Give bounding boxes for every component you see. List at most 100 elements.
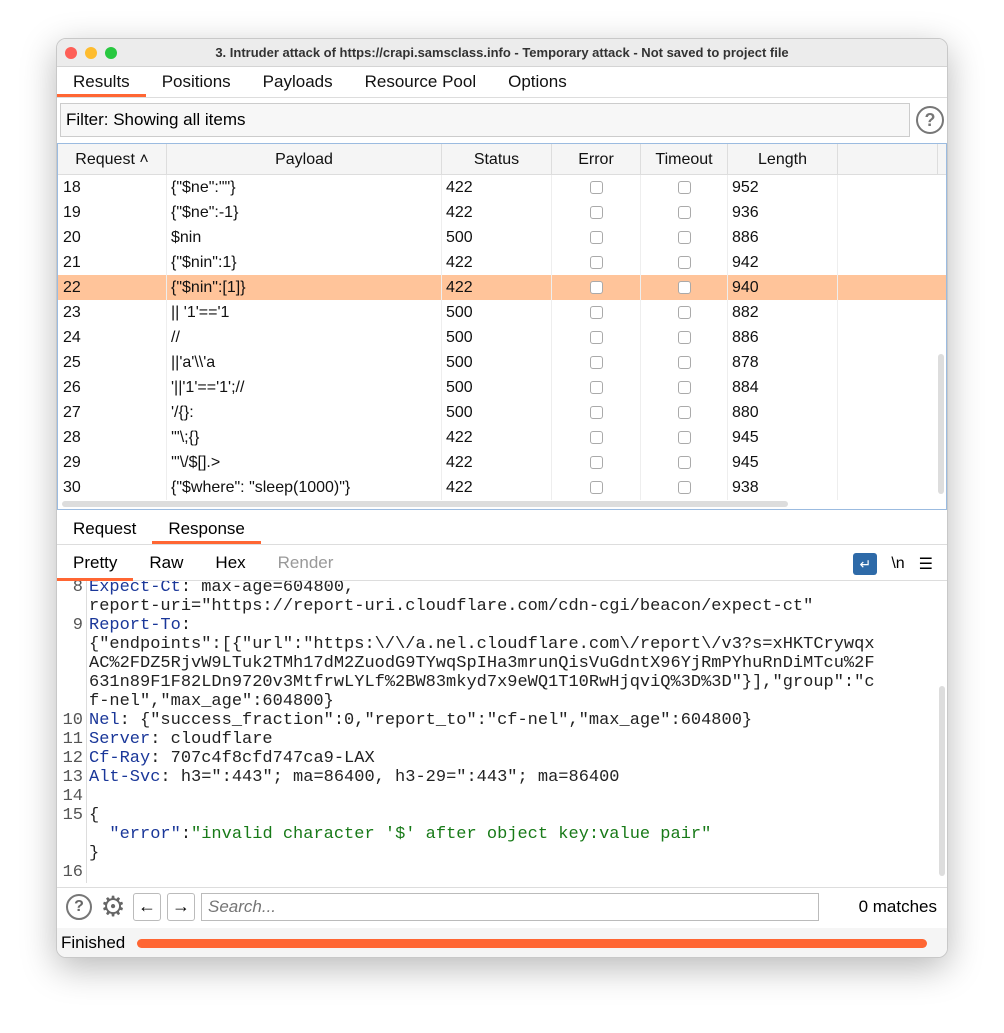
error-checkbox[interactable] [589, 456, 603, 470]
table-row[interactable]: 21 {"$nin":1} 422 942 [58, 250, 946, 275]
tab-results[interactable]: Results [57, 67, 146, 97]
word-wrap-icon[interactable]: ↵ [853, 552, 878, 575]
table-row[interactable]: 24//500 886 [58, 325, 946, 350]
filter-bar[interactable]: Filter: Showing all items [60, 103, 910, 137]
timeout-checkbox[interactable] [677, 456, 691, 470]
table-row[interactable]: 26 '||'1'=='1';//500 884 [58, 375, 946, 400]
table-row[interactable]: 20 $nin 500 886 [58, 225, 946, 250]
timeout-checkbox[interactable] [677, 331, 691, 345]
timeout-checkbox[interactable] [677, 406, 691, 420]
minimize-button[interactable] [85, 47, 97, 59]
tab-raw[interactable]: Raw [133, 547, 199, 581]
line-text: "error":"invalid character '$' after obj… [83, 825, 711, 844]
timeout-checkbox[interactable] [677, 431, 691, 445]
tab-hex[interactable]: Hex [199, 547, 261, 581]
help-icon[interactable]: ? [65, 893, 93, 921]
tab-response[interactable]: Response [152, 514, 261, 544]
editor-scrollbar[interactable] [939, 686, 945, 876]
request-cell: 25 [58, 350, 167, 375]
error-checkbox[interactable] [589, 356, 603, 370]
status-cell: 500 [442, 400, 552, 425]
column-header[interactable]: Status [442, 144, 552, 174]
code-token: Alt-Svc [89, 768, 161, 787]
timeout-checkbox[interactable] [677, 256, 691, 270]
code-token: AC%2FDZ5RjvW9LTuk2TMh17dM2ZuodG9TYwqSpIH… [89, 654, 875, 673]
payload-cell: '||'1'=='1';// [167, 375, 442, 400]
column-header[interactable]: Request ˄ [58, 144, 167, 174]
table-row[interactable]: 27 '/{}: 500 880 [58, 400, 946, 425]
payload-cell: {"$nin":[1]} [167, 275, 442, 300]
zoom-button[interactable] [105, 47, 117, 59]
horizontal-scrollbar[interactable] [62, 501, 788, 507]
timeout-checkbox[interactable] [677, 381, 691, 395]
error-cell [552, 225, 641, 250]
code-token: report-uri="https://report-uri.cloudflar… [89, 597, 814, 616]
column-header[interactable] [838, 144, 938, 174]
length-cell: 882 [728, 300, 838, 325]
code-line: "error":"invalid character '$' after obj… [57, 825, 947, 844]
timeout-checkbox[interactable] [677, 206, 691, 220]
timeout-checkbox[interactable] [677, 481, 691, 495]
tab-payloads[interactable]: Payloads [247, 67, 349, 97]
table-row[interactable]: 25 ||'a'\\'a 500 878 [58, 350, 946, 375]
column-header[interactable]: Payload [167, 144, 442, 174]
empty-cell [838, 350, 938, 375]
tab-positions[interactable]: Positions [146, 67, 247, 97]
error-checkbox[interactable] [589, 306, 603, 320]
table-row[interactable]: 23 || '1'=='1 500 882 [58, 300, 946, 325]
payload-cell: '/{}: [167, 400, 442, 425]
timeout-checkbox[interactable] [677, 306, 691, 320]
timeout-checkbox[interactable] [677, 181, 691, 195]
table-row[interactable]: 18 {"$ne":""} 422 952 [58, 175, 946, 200]
error-checkbox[interactable] [589, 256, 603, 270]
column-header[interactable]: Timeout [641, 144, 728, 174]
tab-options[interactable]: Options [492, 67, 583, 97]
code-line: 8 Expect-Ct: max-age=604800, [57, 581, 947, 597]
main-tabs: Results Positions Payloads Resource Pool Opt… [57, 67, 947, 98]
search-input[interactable] [201, 892, 819, 921]
request-cell: 27 [58, 400, 167, 425]
match-count: 0 matches [858, 896, 937, 916]
error-cell [552, 200, 641, 225]
table-row[interactable]: 28 '"\;{} 422 945 [58, 425, 946, 450]
table-row[interactable]: 30 {"$where": "sleep(1000)"} 422 938 [58, 475, 946, 500]
table-row[interactable]: 29 '"\/$[].> 422 945 [58, 450, 946, 475]
error-checkbox[interactable] [589, 381, 603, 395]
empty-cell [838, 250, 938, 275]
menu-icon[interactable]: ☰ [919, 554, 933, 574]
code-line: } [57, 844, 947, 863]
code-token: : cloudflare [150, 730, 273, 749]
error-checkbox[interactable] [589, 406, 603, 420]
column-header[interactable]: Error [552, 144, 641, 174]
tab-pretty[interactable]: Pretty [57, 547, 134, 581]
tab-request[interactable]: Request [57, 514, 152, 544]
tab-resource-pool[interactable]: Resource Pool [349, 67, 493, 97]
response-editor[interactable]: 8 Expect-Ct: max-age=604800, report-uri="h… [57, 581, 947, 883]
column-header[interactable]: Length [728, 144, 838, 174]
line-number [57, 825, 83, 844]
close-button[interactable] [65, 47, 77, 59]
vertical-scrollbar[interactable] [938, 354, 944, 494]
line-number: 10 [62, 711, 83, 730]
code-token: } [89, 844, 100, 863]
timeout-checkbox[interactable] [677, 231, 691, 245]
request-response-tabs: Request Response [57, 514, 947, 545]
timeout-checkbox[interactable] [677, 281, 691, 295]
error-checkbox[interactable] [589, 231, 603, 245]
table-row[interactable]: 19 {"$ne":-1} 422 936 [58, 200, 946, 225]
error-checkbox[interactable] [589, 431, 603, 445]
previous-match-button[interactable]: ← [133, 892, 161, 921]
error-checkbox[interactable] [589, 206, 603, 220]
table-row[interactable]: 22 {"$nin":[1]} 422 940 [58, 275, 946, 300]
error-checkbox[interactable] [589, 331, 603, 345]
timeout-cell [641, 275, 728, 300]
error-checkbox[interactable] [589, 281, 603, 295]
next-match-button[interactable]: → [167, 892, 195, 921]
help-icon[interactable]: ? [916, 106, 944, 134]
error-checkbox[interactable] [589, 481, 603, 495]
gear-icon[interactable]: ⚙ [99, 891, 127, 922]
newline-icon[interactable]: \n [891, 555, 904, 573]
error-checkbox[interactable] [589, 181, 603, 195]
timeout-checkbox[interactable] [677, 356, 691, 370]
